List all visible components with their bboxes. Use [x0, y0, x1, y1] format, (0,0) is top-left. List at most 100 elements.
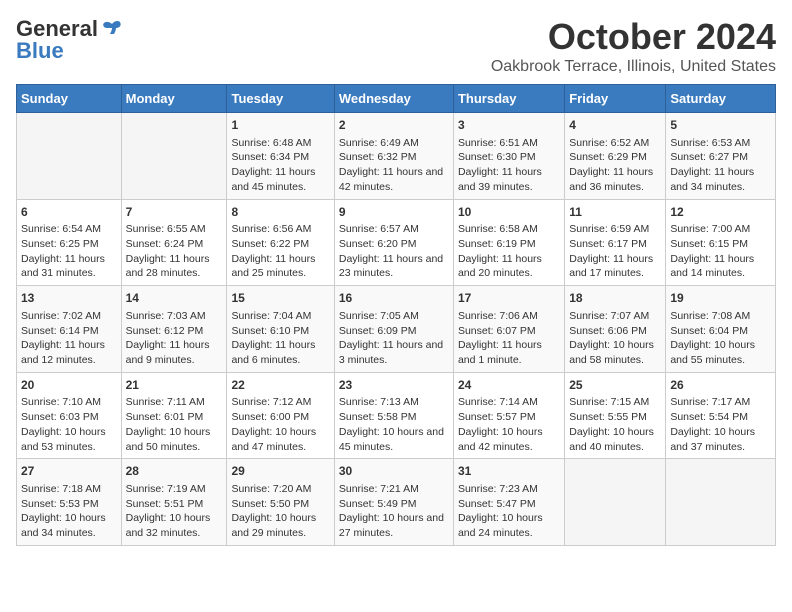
day-info: Sunrise: 7:10 AM Sunset: 6:03 PM Dayligh… [21, 396, 106, 452]
day-info: Sunrise: 6:53 AM Sunset: 6:27 PM Dayligh… [670, 137, 754, 193]
day-info: Sunrise: 6:52 AM Sunset: 6:29 PM Dayligh… [569, 137, 653, 193]
calendar-cell [565, 459, 666, 546]
day-number: 17 [458, 290, 560, 307]
day-number: 4 [569, 117, 661, 134]
calendar-cell: 9 Sunrise: 6:57 AM Sunset: 6:20 PM Daylig… [334, 199, 453, 286]
weekday-header-thursday: Thursday [453, 85, 564, 113]
calendar-cell [17, 113, 122, 200]
day-info: Sunrise: 6:48 AM Sunset: 6:34 PM Dayligh… [231, 137, 315, 193]
calendar-cell: 27 Sunrise: 7:18 AM Sunset: 5:53 PM Dayli… [17, 459, 122, 546]
calendar-week-row: 6 Sunrise: 6:54 AM Sunset: 6:25 PM Daylig… [17, 199, 776, 286]
day-number: 12 [670, 204, 771, 221]
day-number: 2 [339, 117, 449, 134]
day-info: Sunrise: 7:14 AM Sunset: 5:57 PM Dayligh… [458, 396, 543, 452]
day-number: 13 [21, 290, 117, 307]
day-info: Sunrise: 7:03 AM Sunset: 6:12 PM Dayligh… [126, 310, 210, 366]
day-info: Sunrise: 6:57 AM Sunset: 6:20 PM Dayligh… [339, 223, 443, 279]
calendar-cell: 1Sunrise: 6:48 AM Sunset: 6:34 PM Daylig… [227, 113, 334, 200]
calendar-cell: 2 Sunrise: 6:49 AM Sunset: 6:32 PM Daylig… [334, 113, 453, 200]
day-number: 27 [21, 463, 117, 480]
day-number: 16 [339, 290, 449, 307]
day-number: 31 [458, 463, 560, 480]
day-number: 24 [458, 377, 560, 394]
logo: General Blue [16, 16, 124, 64]
day-info: Sunrise: 7:02 AM Sunset: 6:14 PM Dayligh… [21, 310, 105, 366]
day-info: Sunrise: 6:56 AM Sunset: 6:22 PM Dayligh… [231, 223, 315, 279]
day-info: Sunrise: 7:21 AM Sunset: 5:49 PM Dayligh… [339, 483, 444, 539]
calendar-cell: 3 Sunrise: 6:51 AM Sunset: 6:30 PM Daylig… [453, 113, 564, 200]
day-info: Sunrise: 6:59 AM Sunset: 6:17 PM Dayligh… [569, 223, 653, 279]
day-info: Sunrise: 7:05 AM Sunset: 6:09 PM Dayligh… [339, 310, 443, 366]
day-info: Sunrise: 7:11 AM Sunset: 6:01 PM Dayligh… [126, 396, 211, 452]
day-info: Sunrise: 7:12 AM Sunset: 6:00 PM Dayligh… [231, 396, 316, 452]
weekday-header-saturday: Saturday [666, 85, 776, 113]
calendar-cell: 20 Sunrise: 7:10 AM Sunset: 6:03 PM Dayli… [17, 372, 122, 459]
calendar-cell: 7 Sunrise: 6:55 AM Sunset: 6:24 PM Daylig… [121, 199, 227, 286]
calendar-cell: 28Sunrise: 7:19 AM Sunset: 5:51 PM Dayli… [121, 459, 227, 546]
day-number: 11 [569, 204, 661, 221]
calendar-week-row: 27 Sunrise: 7:18 AM Sunset: 5:53 PM Dayli… [17, 459, 776, 546]
day-number: 21 [126, 377, 223, 394]
day-info: Sunrise: 7:08 AM Sunset: 6:04 PM Dayligh… [670, 310, 755, 366]
day-number: 29 [231, 463, 329, 480]
calendar-cell: 21 Sunrise: 7:11 AM Sunset: 6:01 PM Dayli… [121, 372, 227, 459]
day-number: 28 [126, 463, 223, 480]
day-info: Sunrise: 6:58 AM Sunset: 6:19 PM Dayligh… [458, 223, 542, 279]
calendar-table: SundayMondayTuesdayWednesdayThursdayFrid… [16, 84, 776, 546]
day-number: 18 [569, 290, 661, 307]
calendar-cell: 8 Sunrise: 6:56 AM Sunset: 6:22 PM Daylig… [227, 199, 334, 286]
calendar-cell: 19Sunrise: 7:08 AM Sunset: 6:04 PM Dayli… [666, 286, 776, 373]
day-number: 30 [339, 463, 449, 480]
day-info: Sunrise: 7:18 AM Sunset: 5:53 PM Dayligh… [21, 483, 106, 539]
day-info: Sunrise: 7:04 AM Sunset: 6:10 PM Dayligh… [231, 310, 315, 366]
day-number: 22 [231, 377, 329, 394]
day-number: 3 [458, 117, 560, 134]
calendar-cell: 4 Sunrise: 6:52 AM Sunset: 6:29 PM Daylig… [565, 113, 666, 200]
day-info: Sunrise: 7:15 AM Sunset: 5:55 PM Dayligh… [569, 396, 654, 452]
calendar-cell: 24 Sunrise: 7:14 AM Sunset: 5:57 PM Dayli… [453, 372, 564, 459]
logo-blue-text: Blue [16, 38, 64, 64]
title-block: October 2024 Oakbrook Terrace, Illinois,… [491, 16, 776, 76]
day-info: Sunrise: 6:49 AM Sunset: 6:32 PM Dayligh… [339, 137, 443, 193]
day-number: 9 [339, 204, 449, 221]
weekday-header-tuesday: Tuesday [227, 85, 334, 113]
day-info: Sunrise: 6:55 AM Sunset: 6:24 PM Dayligh… [126, 223, 210, 279]
calendar-cell: 17 Sunrise: 7:06 AM Sunset: 6:07 PM Dayli… [453, 286, 564, 373]
calendar-week-row: 20 Sunrise: 7:10 AM Sunset: 6:03 PM Dayli… [17, 372, 776, 459]
day-info: Sunrise: 7:17 AM Sunset: 5:54 PM Dayligh… [670, 396, 755, 452]
calendar-cell: 26 Sunrise: 7:17 AM Sunset: 5:54 PM Dayli… [666, 372, 776, 459]
day-info: Sunrise: 6:51 AM Sunset: 6:30 PM Dayligh… [458, 137, 542, 193]
day-number: 6 [21, 204, 117, 221]
calendar-cell: 5Sunrise: 6:53 AM Sunset: 6:27 PM Daylig… [666, 113, 776, 200]
calendar-cell [666, 459, 776, 546]
location-title: Oakbrook Terrace, Illinois, United State… [491, 58, 776, 76]
calendar-cell: 6 Sunrise: 6:54 AM Sunset: 6:25 PM Daylig… [17, 199, 122, 286]
calendar-cell: 22 Sunrise: 7:12 AM Sunset: 6:00 PM Dayli… [227, 372, 334, 459]
calendar-cell: 16 Sunrise: 7:05 AM Sunset: 6:09 PM Dayli… [334, 286, 453, 373]
day-number: 8 [231, 204, 329, 221]
day-number: 25 [569, 377, 661, 394]
day-info: Sunrise: 7:00 AM Sunset: 6:15 PM Dayligh… [670, 223, 754, 279]
calendar-cell: 23Sunrise: 7:13 AM Sunset: 5:58 PM Dayli… [334, 372, 453, 459]
day-info: Sunrise: 7:06 AM Sunset: 6:07 PM Dayligh… [458, 310, 542, 366]
calendar-week-row: 13 Sunrise: 7:02 AM Sunset: 6:14 PM Dayli… [17, 286, 776, 373]
weekday-header-wednesday: Wednesday [334, 85, 453, 113]
day-info: Sunrise: 7:23 AM Sunset: 5:47 PM Dayligh… [458, 483, 543, 539]
calendar-cell: 18Sunrise: 7:07 AM Sunset: 6:06 PM Dayli… [565, 286, 666, 373]
day-number: 10 [458, 204, 560, 221]
calendar-cell [121, 113, 227, 200]
weekday-header-friday: Friday [565, 85, 666, 113]
day-number: 20 [21, 377, 117, 394]
page-header: General Blue October 2024 Oakbrook Terra… [16, 16, 776, 76]
day-number: 26 [670, 377, 771, 394]
day-info: Sunrise: 6:54 AM Sunset: 6:25 PM Dayligh… [21, 223, 105, 279]
day-number: 7 [126, 204, 223, 221]
calendar-cell: 15Sunrise: 7:04 AM Sunset: 6:10 PM Dayli… [227, 286, 334, 373]
calendar-cell: 30 Sunrise: 7:21 AM Sunset: 5:49 PM Dayli… [334, 459, 453, 546]
day-number: 14 [126, 290, 223, 307]
day-number: 23 [339, 377, 449, 394]
day-info: Sunrise: 7:20 AM Sunset: 5:50 PM Dayligh… [231, 483, 316, 539]
weekday-header-monday: Monday [121, 85, 227, 113]
calendar-cell: 29 Sunrise: 7:20 AM Sunset: 5:50 PM Dayli… [227, 459, 334, 546]
calendar-week-row: 1Sunrise: 6:48 AM Sunset: 6:34 PM Daylig… [17, 113, 776, 200]
